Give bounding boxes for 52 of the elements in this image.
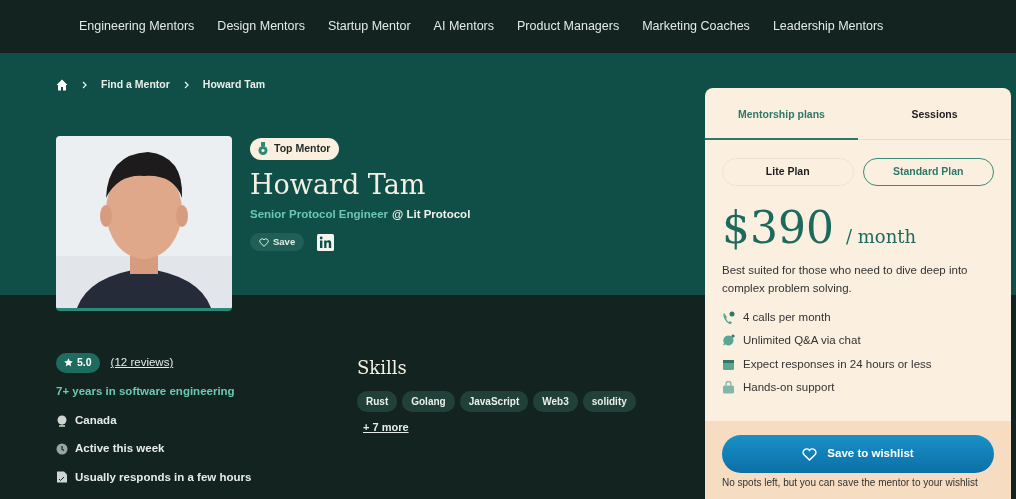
calendar-icon (722, 357, 735, 371)
heart-icon (259, 237, 269, 247)
fact-text: Usually responds in a few hours (75, 469, 252, 485)
price: $390 (722, 206, 834, 250)
home-icon (56, 78, 68, 91)
document-icon (56, 471, 68, 484)
price-period: / month (846, 225, 917, 249)
plan-description: Best suited for those who need to dive deep into complex problem solving. (721, 263, 969, 296)
breadcrumb-link[interactable]: Find a Mentor (101, 77, 170, 93)
feature-text: Unlimited Q&A via chat (743, 333, 861, 349)
clock-icon (56, 442, 68, 455)
section-heading: Skills (357, 356, 408, 380)
medal-icon (258, 142, 268, 156)
nav-link[interactable]: AI Mentors (433, 17, 495, 36)
fact-text: Canada (75, 413, 117, 428)
feature-text: 4 calls per month (743, 309, 831, 325)
wishlist-note: No spots left, but you can save the mentor to your wishlist (722, 477, 979, 489)
nav-link[interactable]: Product Managers (517, 17, 620, 36)
experience-text: 7+ years in software engineering (56, 383, 236, 399)
heart-icon (802, 447, 818, 461)
nav-link[interactable]: Marketing Coaches (642, 17, 750, 36)
nav-link[interactable]: Design Mentors (217, 17, 305, 36)
linkedin-icon[interactable] (317, 233, 335, 251)
phone-icon (722, 310, 735, 324)
skill-tag: Rust (357, 391, 398, 412)
skill-tag: solidity (582, 391, 636, 412)
bag-icon (722, 381, 735, 395)
feature-text: Hands-on support (743, 380, 835, 396)
plan-tab[interactable]: Mentorship plans (705, 88, 858, 140)
plan-tab[interactable]: Sessions (858, 88, 1011, 140)
save-button[interactable]: Save (250, 233, 305, 252)
reviews-link[interactable]: (12 reviews) (110, 354, 174, 372)
rating-badge: 5.0 (56, 353, 100, 373)
nav-link[interactable]: Leadership Mentors (772, 17, 884, 36)
skill-tag: JavaScript (459, 391, 529, 412)
star-icon (64, 358, 73, 368)
job-title: Senior Protocol Engineer (250, 206, 389, 222)
company-name: @ Lit Protocol (392, 206, 471, 222)
mentor-name: Howard Tam (250, 170, 427, 200)
skill-tag: Web3 (533, 391, 578, 412)
nav-link[interactable]: Startup Mentor (327, 17, 411, 36)
top-mentor-badge: Top Mentor (250, 137, 340, 160)
feature-text: Expect responses in 24 hours or less (743, 356, 932, 372)
skill-tag: Golang (402, 391, 455, 412)
wishlist-button[interactable]: Save to wishlist (722, 435, 994, 473)
globe-icon (56, 414, 68, 427)
more-skills-link[interactable]: + 7 more (363, 419, 409, 436)
chevron-right-icon (183, 80, 189, 89)
nav-link[interactable]: Engineering Mentors (79, 17, 195, 36)
fact-text: Active this week (75, 441, 165, 457)
chevron-right-icon (82, 80, 87, 89)
chat-icon (722, 334, 735, 348)
